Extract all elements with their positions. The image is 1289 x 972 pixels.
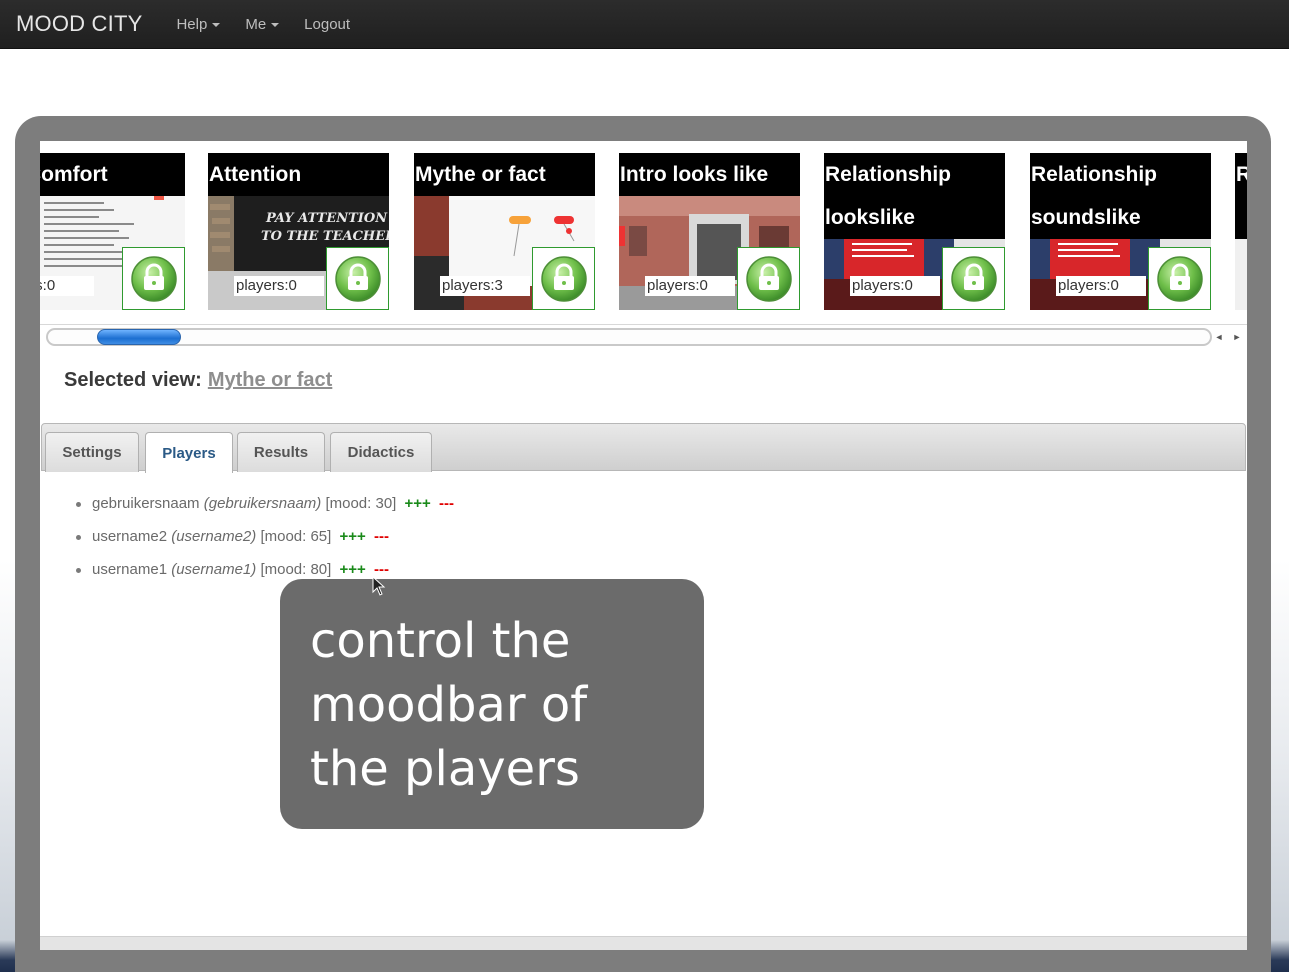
lock-button[interactable] — [122, 247, 185, 310]
card-player-count: ayers:0 — [40, 276, 94, 296]
lock-button[interactable] — [942, 247, 1005, 310]
tab-players[interactable]: Players — [145, 432, 233, 473]
mood-decrease-button[interactable]: --- — [374, 528, 389, 545]
scroll-arrows: ◄ ► — [1210, 330, 1246, 344]
player-name: gebruikersnaam — [92, 495, 200, 512]
tab-settings[interactable]: Settings — [45, 432, 139, 472]
view-card[interactable]: R fe — [1235, 153, 1247, 310]
list-item: username2 (username2) [mood: 65] +++ --- — [74, 520, 454, 553]
tutorial-callout: control the moodbar of the players — [280, 579, 704, 829]
lock-icon — [1156, 255, 1203, 302]
view-card[interactable]: Relationship lookslike players:0 — [824, 153, 1005, 310]
card-title: Mythe or fact — [414, 153, 595, 196]
svg-text:PAY ATTENTION: PAY ATTENTION — [265, 211, 388, 226]
carousel-scrollbar-thumb[interactable] — [97, 329, 181, 345]
player-alias: (username1) — [171, 561, 257, 578]
lock-button[interactable] — [532, 247, 595, 310]
scroll-left-icon[interactable]: ◄ — [1215, 332, 1224, 342]
mood-decrease-button[interactable]: --- — [439, 495, 454, 512]
mood-increase-button[interactable]: +++ — [405, 495, 431, 512]
player-mood: [mood: 80] — [260, 561, 332, 578]
player-mood: [mood: 65] — [260, 528, 332, 545]
view-card[interactable]: Mythe or fact players:3 — [414, 153, 595, 310]
selected-view-label: Selected view: — [64, 369, 202, 391]
brand-logo[interactable]: MOOD CITY — [16, 11, 142, 37]
card-player-count: players:0 — [1056, 276, 1146, 296]
nav-help-menu[interactable]: Help — [176, 15, 221, 33]
chevron-down-icon — [212, 22, 221, 27]
nav-logout-link[interactable]: Logout — [304, 16, 350, 33]
top-navbar: MOOD CITY Help Me Logout — [0, 0, 1289, 49]
nav-me-label: Me — [245, 15, 267, 33]
player-mood: [mood: 30] — [325, 495, 397, 512]
selected-view-link[interactable]: Mythe or fact — [208, 369, 332, 391]
player-alias: (username2) — [171, 528, 257, 545]
mood-increase-button[interactable]: +++ — [340, 561, 366, 578]
player-name: username1 — [92, 561, 168, 578]
view-carousel: D Comfort ayers:0 PAY ATTENTION — [40, 153, 1247, 313]
chevron-down-icon — [271, 22, 280, 27]
card-title: D Comfort — [40, 153, 185, 196]
list-item: gebruikersnaam (gebruikersnaam) [mood: 3… — [74, 487, 454, 520]
card-title: Relationship soundslike — [1030, 153, 1211, 239]
lock-icon — [540, 255, 587, 302]
card-player-count: players:0 — [850, 276, 940, 296]
view-card[interactable]: PAY ATTENTION TO THE TEACHER Attention p… — [208, 153, 389, 310]
lock-icon — [745, 255, 792, 302]
view-card[interactable]: Relationship soundslike players:0 — [1030, 153, 1211, 310]
view-card[interactable]: Intro looks like players:0 — [619, 153, 800, 310]
scroll-right-icon[interactable]: ► — [1233, 332, 1242, 342]
view-card[interactable]: D Comfort ayers:0 — [40, 153, 185, 310]
card-title: Intro looks like — [619, 153, 800, 196]
card-title: Relationship lookslike — [824, 153, 1005, 239]
tab-didactics[interactable]: Didactics — [330, 432, 432, 472]
nav-me-menu[interactable]: Me — [245, 15, 280, 33]
mouse-cursor-icon — [372, 576, 386, 596]
card-player-count: players:3 — [440, 276, 530, 296]
card-player-count: players:0 — [645, 276, 735, 296]
lock-icon — [130, 255, 177, 302]
svg-text:TO THE TEACHER: TO THE TEACHER — [261, 229, 389, 244]
lock-button[interactable] — [326, 247, 389, 310]
card-player-count: players:0 — [234, 276, 324, 296]
tab-bar: Settings Players Results Didactics — [41, 423, 1246, 473]
selected-view-heading: Selected view: Mythe or fact — [64, 369, 332, 392]
card-title: R fe — [1235, 153, 1247, 239]
lock-icon — [334, 255, 381, 302]
lock-icon — [950, 255, 997, 302]
card-title: Attention — [208, 153, 389, 196]
tab-results[interactable]: Results — [237, 432, 325, 472]
panel-footer — [40, 936, 1247, 950]
player-list: gebruikersnaam (gebruikersnaam) [mood: 3… — [74, 487, 454, 586]
player-alias: (gebruikersnaam) — [203, 495, 322, 512]
carousel-scrollbar-track[interactable] — [46, 328, 1212, 346]
carousel-divider — [40, 324, 1247, 325]
player-name: username2 — [92, 528, 168, 545]
nav-help-label: Help — [176, 15, 208, 33]
mood-increase-button[interactable]: +++ — [340, 528, 366, 545]
lock-button[interactable] — [737, 247, 800, 310]
lock-button[interactable] — [1148, 247, 1211, 310]
